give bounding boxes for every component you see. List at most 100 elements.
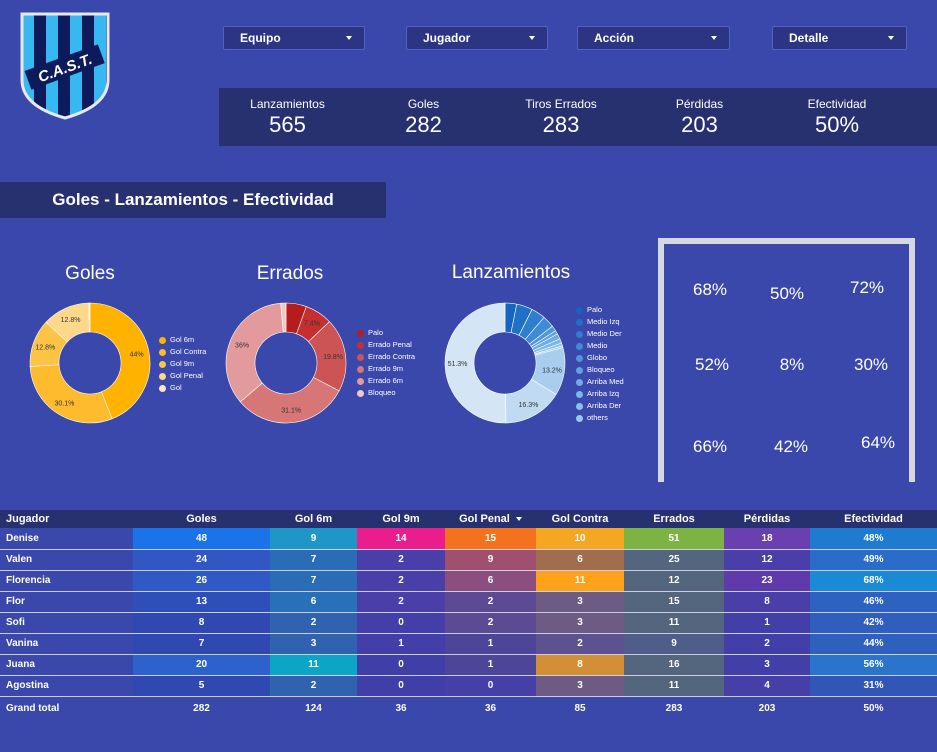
column-header[interactable]: Jugador: [0, 510, 133, 528]
legend-item[interactable]: Globo: [576, 352, 624, 364]
column-header[interactable]: Gol Contra: [536, 510, 624, 528]
sort-down-icon[interactable]: [515, 517, 522, 522]
goal-zone: 8%: [779, 355, 805, 374]
table-cell: 46%: [810, 591, 937, 613]
table-cell: 4: [724, 675, 810, 697]
table-cell: 12: [624, 570, 724, 592]
table-cell: 6: [536, 549, 624, 571]
donut-slice[interactable]: [88, 302, 91, 333]
legend-item[interactable]: Gol 6m: [159, 334, 206, 346]
column-header[interactable]: Errados: [624, 510, 724, 528]
legend-item[interactable]: Medio: [576, 340, 624, 352]
column-header[interactable]: Efectividad: [810, 510, 937, 528]
table-row[interactable]: Agostina 5 2 0 0 3 11 4 31%: [0, 675, 937, 697]
table-cell: 44%: [810, 633, 937, 655]
table-cell: 1: [357, 633, 445, 655]
legend-label: Errado 9m: [368, 364, 404, 373]
goal-zone: 66%: [692, 437, 728, 456]
legend-item[interactable]: Gol: [159, 382, 206, 394]
legend-label: Medio Izq: [587, 317, 620, 326]
legend-dot-icon: [576, 390, 583, 398]
legend-item[interactable]: Gol 9m: [159, 358, 206, 370]
table-row[interactable]: Flor 13 6 2 2 3 15 8 46%: [0, 591, 937, 613]
kpi-label: Pérdidas: [675, 96, 724, 111]
column-header[interactable]: Gol 6m: [270, 510, 357, 528]
legend-label: Arriba Der: [587, 401, 622, 410]
table-row[interactable]: Denise 48 9 14 15 10 51 18 48%: [0, 528, 937, 550]
kpi-value: 282: [405, 111, 442, 137]
column-header[interactable]: Pérdidas: [724, 510, 810, 528]
table-cell: 3: [724, 654, 810, 676]
table-cell: 5: [133, 675, 270, 697]
table-cell: 9: [445, 549, 536, 571]
table-row[interactable]: Florencia 26 7 2 6 11 12 23 68%: [0, 570, 937, 592]
total-cell: 283: [665, 702, 683, 714]
kpi-label: Lanzamientos: [250, 96, 325, 111]
legend-dot-icon: [357, 341, 364, 349]
legend-item[interactable]: Bloqueo: [357, 387, 415, 399]
legend-dot-icon: [576, 342, 583, 350]
kpi-perdidas: Pérdidas 203: [631, 88, 768, 146]
table-cell: 51: [624, 528, 724, 550]
legend-item[interactable]: Arriba Der: [576, 400, 624, 412]
table-cell: 7: [270, 570, 357, 592]
legend-item[interactable]: Medio Izq: [576, 316, 624, 328]
caret-down-icon: [529, 36, 535, 40]
legend-item[interactable]: Arriba Med: [576, 376, 624, 388]
slice-label: 12.8%: [35, 344, 55, 351]
slice-label: 16.3%: [519, 402, 539, 409]
table-row[interactable]: Valen 24 7 2 9 6 25 12 49%: [0, 549, 937, 571]
kpi-value: 283: [542, 111, 580, 137]
player-name: Juana: [0, 654, 133, 676]
legend-item[interactable]: Palo: [576, 304, 624, 316]
legend-item[interactable]: Errado 6m: [357, 375, 415, 387]
table-cell: 6: [445, 570, 536, 592]
donut-slice[interactable]: [29, 364, 113, 424]
filter-detalle[interactable]: Detalle: [772, 26, 907, 50]
kpi-efectividad: Efectividad 50%: [768, 88, 906, 146]
table-cell: 42%: [810, 612, 937, 634]
legend-item[interactable]: Bloqueo: [576, 364, 624, 376]
slice-label: 7.4%: [304, 321, 320, 328]
total-cell: 50%: [863, 702, 884, 714]
player-name: Vanina: [0, 633, 133, 655]
slice-label: 13.2%: [542, 367, 562, 374]
legend-item[interactable]: Errado Contra: [357, 351, 415, 363]
table-row[interactable]: Juana 20 11 0 1 8 16 3 56%: [0, 654, 937, 676]
filter-accion[interactable]: Acción: [577, 26, 730, 50]
table-cell: 9: [624, 633, 724, 655]
table-cell: 15: [624, 591, 724, 613]
legend-dot-icon: [576, 402, 583, 410]
legend-item[interactable]: Errado 9m: [357, 363, 415, 375]
column-header[interactable]: Gol Penal: [445, 510, 536, 528]
table-cell: 0: [357, 612, 445, 634]
filter-jugador[interactable]: Jugador: [406, 26, 548, 50]
legend-item[interactable]: Arriba Izq: [576, 388, 624, 400]
goal-zone: 52%: [694, 355, 730, 374]
table-row[interactable]: Vanina 7 3 1 1 2 9 2 44%: [0, 633, 937, 655]
column-header[interactable]: Gol 9m: [357, 510, 445, 528]
total-cell: 36: [484, 702, 497, 714]
legend-item[interactable]: others: [576, 412, 624, 424]
filter-label: Acción: [594, 31, 635, 45]
legend-item[interactable]: Gol Contra: [159, 346, 206, 358]
table-cell: 48: [133, 528, 270, 550]
table-cell: 25: [624, 549, 724, 571]
donut-slice[interactable]: [225, 302, 284, 403]
table-cell: 0: [357, 675, 445, 697]
filter-equipo[interactable]: Equipo: [223, 26, 365, 50]
legend-label: Gol 6m: [170, 335, 195, 344]
table-cell: 10: [536, 528, 624, 550]
table-cell: 13: [133, 591, 270, 613]
legend-item[interactable]: Errado Penal: [357, 339, 415, 351]
legend-label: Errado Contra: [368, 352, 416, 361]
column-header[interactable]: Goles: [133, 510, 270, 528]
table-row[interactable]: Sofi 8 2 0 2 3 11 1 42%: [0, 612, 937, 634]
legend-item[interactable]: Palo: [357, 327, 415, 339]
table-cell: 20: [133, 654, 270, 676]
legend-item[interactable]: Gol Penal: [159, 370, 206, 382]
table-cell: 0: [357, 654, 445, 676]
legend-item[interactable]: Medio Der: [576, 328, 624, 340]
player-name: Sofi: [0, 612, 133, 634]
legend-label: Medio: [587, 341, 608, 350]
